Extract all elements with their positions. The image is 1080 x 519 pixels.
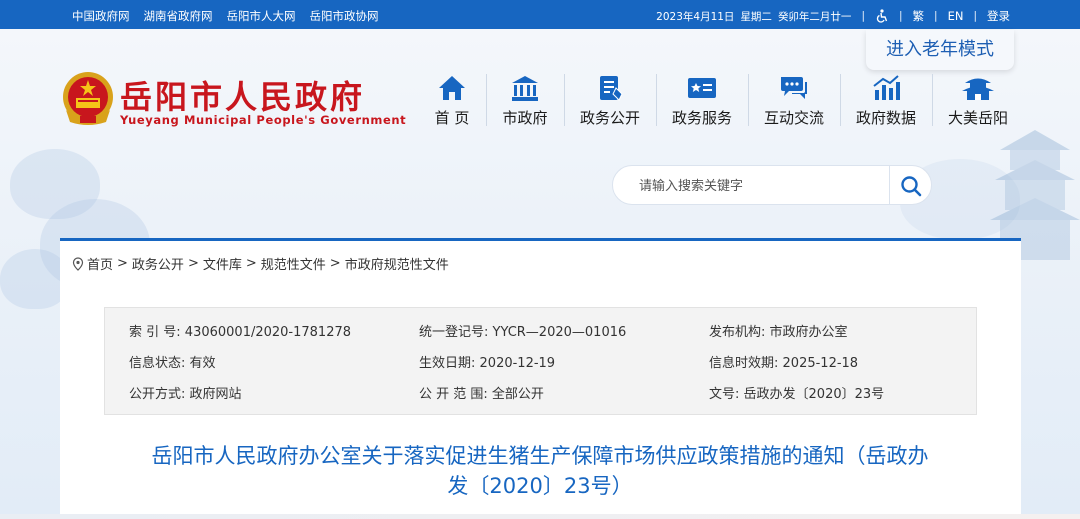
search-icon[interactable] bbox=[899, 174, 923, 198]
nav-item-label: 首 页 bbox=[434, 109, 470, 127]
breadcrumb-separator: > bbox=[245, 256, 257, 271]
chat-icon bbox=[781, 77, 807, 99]
elder-mode-button[interactable]: 进入老年模式 bbox=[866, 30, 1014, 70]
national-emblem-icon bbox=[63, 72, 113, 125]
link-hunan-gov[interactable]: 湖南省政府网 bbox=[144, 8, 213, 24]
nav-item-interaction[interactable]: 互动交流 bbox=[748, 70, 840, 130]
nav-item-home[interactable]: 首 页 bbox=[418, 70, 486, 130]
separator: | bbox=[898, 10, 903, 22]
home-icon bbox=[439, 76, 465, 100]
weekday-text: 星期二 bbox=[740, 10, 772, 23]
meta-effective-date: 生效日期: 2020-12-19 bbox=[419, 356, 556, 371]
document-title-line: 岳阳市人民政府办公室关于落实促进生猪生产保障市场供应政策措施的通知（岳政办 bbox=[151, 444, 929, 468]
link-yueyang-npc[interactable]: 岳阳市人大网 bbox=[227, 8, 296, 24]
nav-item-label: 政务公开 bbox=[579, 109, 640, 127]
top-links: 中国政府网 湖南省政府网 岳阳市人大网 岳阳市政协网 bbox=[72, 8, 379, 24]
english-link[interactable]: EN bbox=[948, 9, 964, 23]
wheelchair-icon[interactable] bbox=[875, 9, 889, 23]
separator: | bbox=[934, 10, 938, 22]
service-card-icon bbox=[688, 78, 716, 98]
link-yueyang-cppcc[interactable]: 岳阳市政协网 bbox=[310, 8, 379, 24]
breadcrumb-home[interactable]: 首页 bbox=[87, 254, 113, 273]
breadcrumb-normative-docs[interactable]: 规范性文件 bbox=[261, 254, 326, 273]
search-box bbox=[612, 165, 932, 205]
nav-item-beautiful-yueyang[interactable]: 大美岳阳 bbox=[932, 70, 1024, 130]
breadcrumb-separator: > bbox=[187, 256, 199, 271]
nav-item-label: 政府数据 bbox=[855, 109, 916, 127]
site-title[interactable]: 岳阳市人民政府 bbox=[120, 72, 365, 118]
separator: | bbox=[973, 10, 977, 22]
meta-disclosure-scope: 公 开 范 围: 全部公开 bbox=[419, 387, 544, 402]
meta-status: 信息状态: 有效 bbox=[129, 356, 216, 371]
pavilion-icon bbox=[962, 78, 994, 100]
login-link[interactable]: 登录 bbox=[987, 8, 1010, 24]
metadata-row: 公开方式: 政府网站 公 开 范 围: 全部公开 文号: 岳政办发〔2020〕2… bbox=[129, 383, 969, 403]
document-title-line: 发〔2020〕23号） bbox=[447, 474, 633, 498]
bar-chart-icon bbox=[873, 75, 900, 100]
site-subtitle: Yueyang Municipal People's Government bbox=[120, 113, 407, 127]
nav-item-label: 市政府 bbox=[502, 109, 548, 127]
meta-registration-number: 统一登记号: YYCR—2020—01016 bbox=[419, 325, 627, 340]
breadcrumb-separator: > bbox=[329, 256, 341, 271]
traditional-chinese-link[interactable]: 繁 bbox=[913, 8, 925, 24]
content-panel: 首页 > 政务公开 > 文件库 > 规范性文件 > 市政府规范性文件 索 引 号… bbox=[60, 238, 1021, 519]
link-gov-cn[interactable]: 中国政府网 bbox=[72, 8, 130, 24]
document-metadata: 索 引 号: 43060001/2020-1781278 统一登记号: YYCR… bbox=[104, 307, 977, 415]
nav-item-gov-data[interactable]: 政府数据 bbox=[840, 70, 932, 130]
breadcrumb-city-normative-docs[interactable]: 市政府规范性文件 bbox=[345, 254, 449, 273]
breadcrumb: 首页 > 政务公开 > 文件库 > 规范性文件 > 市政府规范性文件 bbox=[72, 254, 449, 273]
meta-expiry-date: 信息时效期: 2025-12-18 bbox=[709, 356, 859, 371]
top-bar: 中国政府网 湖南省政府网 岳阳市人大网 岳阳市政协网 2023年4月11日 星期… bbox=[0, 0, 1080, 29]
breadcrumb-open-government[interactable]: 政务公开 bbox=[132, 254, 184, 273]
nav-item-open-government[interactable]: 政务公开 bbox=[564, 70, 656, 130]
metadata-row: 索 引 号: 43060001/2020-1781278 统一登记号: YYCR… bbox=[129, 321, 969, 341]
meta-disclosure-method: 公开方式: 政府网站 bbox=[129, 387, 242, 402]
government-building-icon bbox=[512, 76, 538, 101]
metadata-row: 信息状态: 有效 生效日期: 2020-12-19 信息时效期: 2025-12… bbox=[129, 352, 969, 372]
search-divider bbox=[889, 166, 890, 204]
nav-item-label: 互动交流 bbox=[763, 109, 824, 127]
nav-item-label: 大美岳阳 bbox=[947, 109, 1008, 127]
nav-item-services[interactable]: 政务服务 bbox=[656, 70, 748, 130]
nav-item-government[interactable]: 市政府 bbox=[486, 70, 564, 130]
meta-publisher: 发布机构: 市政府办公室 bbox=[709, 325, 848, 340]
top-right: 2023年4月11日 星期二 癸卯年二月廿一 | | 繁 | EN | 登录 bbox=[656, 8, 1010, 24]
meta-index: 索 引 号: 43060001/2020-1781278 bbox=[129, 325, 352, 340]
breadcrumb-separator: > bbox=[117, 256, 128, 271]
bottom-strip bbox=[0, 514, 1080, 519]
separator: | bbox=[861, 10, 865, 22]
meta-document-number: 文号: 岳政办发〔2020〕23号 bbox=[709, 387, 885, 402]
search-input[interactable] bbox=[639, 176, 879, 196]
breadcrumb-file-library[interactable]: 文件库 bbox=[203, 254, 242, 273]
date-text: 2023年4月11日 bbox=[656, 10, 735, 23]
nav-item-label: 政务服务 bbox=[671, 109, 732, 127]
main-nav: 首 页 市政府 政务公开 政务服务 互动交流 政府数据 大美岳阳 bbox=[418, 70, 1024, 130]
document-icon bbox=[600, 76, 623, 101]
document-title: 岳阳市人民政府办公室关于落实促进生猪生产保障市场供应政策措施的通知（岳政办 发〔… bbox=[90, 441, 990, 501]
location-pin-icon bbox=[72, 256, 84, 271]
lunar-date-text: 癸卯年二月廿一 bbox=[777, 10, 852, 23]
